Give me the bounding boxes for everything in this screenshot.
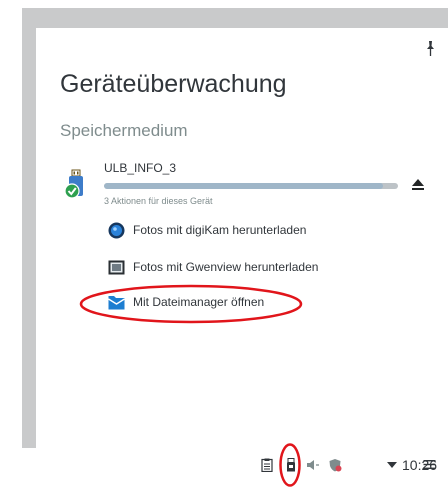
device-name: ULB_INFO_3 bbox=[104, 161, 177, 175]
actions-count: 3 Aktionen für dieses Gerät bbox=[104, 196, 213, 206]
action-label: Fotos mit digiKam herunterladen bbox=[133, 223, 307, 237]
network-shield-icon[interactable] bbox=[328, 458, 342, 472]
capacity-fill bbox=[104, 183, 384, 189]
usb-stick-icon bbox=[64, 169, 83, 199]
taskbar bbox=[0, 448, 448, 490]
eject-icon[interactable] bbox=[410, 177, 426, 193]
expand-arrow-icon[interactable] bbox=[385, 458, 399, 472]
volume-icon[interactable] bbox=[306, 458, 320, 472]
hamburger-menu-icon[interactable] bbox=[423, 458, 436, 471]
section-title: Speichermedium bbox=[60, 121, 188, 140]
popup-title: Geräteüberwachung bbox=[60, 70, 287, 98]
pin-icon[interactable] bbox=[424, 40, 436, 58]
highlight-ellipse bbox=[79, 284, 303, 324]
clipboard-icon[interactable] bbox=[260, 458, 274, 472]
action-label: Fotos mit Gwenview herunterladen bbox=[133, 260, 319, 274]
gwenview-icon bbox=[108, 260, 125, 274]
action-digikam[interactable]: Fotos mit digiKam herunterladen bbox=[108, 220, 306, 240]
digikam-icon bbox=[108, 222, 125, 238]
capacity-bar bbox=[104, 183, 398, 189]
action-gwenview[interactable]: Fotos mit Gwenview herunterladen bbox=[108, 257, 318, 277]
highlight-ellipse-tray bbox=[279, 443, 301, 487]
